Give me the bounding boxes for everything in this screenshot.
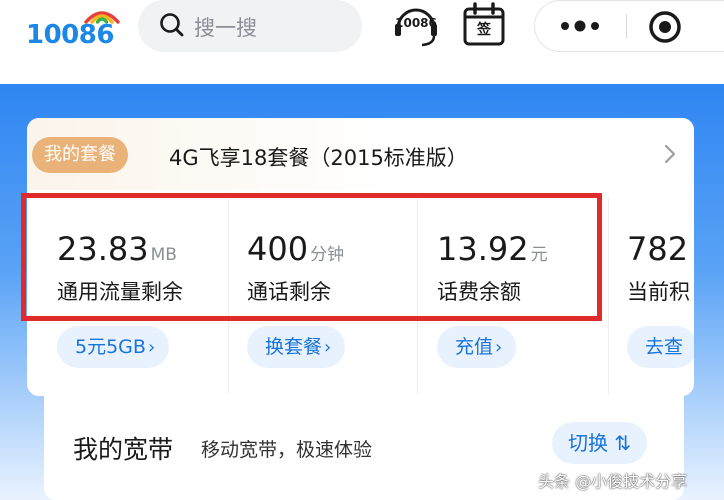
broadband-title: 我的宽带 [73,435,174,464]
chevron-right-icon: › [147,337,156,358]
package-header[interactable]: 我的套餐 4G飞享18套餐（2015标准版） [27,118,694,190]
my-package-badge: 我的套餐 [32,137,128,173]
switch-button[interactable]: 切换 ⇅ [552,422,648,464]
search-icon [160,13,184,37]
stat-unit: 元 [530,245,548,265]
stat-unit: MB [150,245,177,265]
change-plan-button[interactable]: 换套餐 › [247,326,346,368]
stat-label: 通用流量剩余 [57,280,183,304]
recharge-button[interactable]: 充值 › [437,326,517,368]
miniapp-capsule [534,0,724,52]
target-close-icon[interactable] [647,9,683,45]
stat-number: 13.92 [437,230,529,268]
hotline-button[interactable]: 10086 [392,2,440,50]
signin-button[interactable]: 签 [462,2,506,46]
broadband-description: 移动宽带，极速体验 [201,439,373,461]
stat-label: 通话剩余 [247,280,331,304]
stat-unit: 分钟 [310,245,345,265]
hotline-label: 10086 [395,16,437,30]
logo-text: 10086 [26,20,114,50]
more-dots-icon[interactable] [555,11,605,41]
button-label: 换套餐 [265,336,323,358]
package-name: 4G飞享18套餐（2015标准版） [169,146,468,170]
stat-points: 782 当前积 去查 [609,190,694,396]
buy-data-button[interactable]: 5元5GB › [57,326,170,368]
chevron-right-icon: › [495,337,503,358]
stat-minutes-remaining: 400 分钟 通话剩余 换套餐 › [229,190,417,396]
stat-number: 782 [627,230,689,268]
chevron-right-icon[interactable] [663,143,677,165]
stat-value: 782 [627,230,688,268]
stat-label: 当前积 [627,280,690,304]
stat-data-remaining: 23.83 MB 通用流量剩余 5元5GB › [27,190,228,396]
china-mobile-logo[interactable]: 10086 [26,6,126,50]
stat-value: 13.92 元 [437,230,548,268]
stat-balance: 13.92 元 话费余额 充值 › [418,190,608,396]
search-placeholder: 搜一搜 [194,16,257,40]
package-card: 我的套餐 4G飞享18套餐（2015标准版） 23.83 MB 通用流量剩余 5元… [27,118,694,396]
stat-value: 400 分钟 [247,230,344,268]
button-label: 5元5GB [75,336,146,358]
stat-value: 23.83 MB [57,230,177,268]
chevron-right-icon: › [324,337,332,358]
search-bar[interactable]: 搜一搜 [138,0,362,52]
stat-number: 23.83 [57,230,149,268]
button-label: 充值 [455,336,494,358]
stat-label: 话费余额 [437,280,521,304]
capsule-divider [626,14,627,38]
watermark: 头条 @小俊技术分享 [538,472,688,491]
signin-label: 签 [477,22,491,38]
button-label: 去查 [645,336,684,358]
check-points-button[interactable]: 去查 [627,326,694,368]
top-header: 10086 搜一搜 10086 签 [0,0,724,84]
stats-row: 23.83 MB 通用流量剩余 5元5GB › 400 分钟 通话剩余 换套餐 › 13… [27,190,694,396]
stat-number: 400 [247,230,309,268]
